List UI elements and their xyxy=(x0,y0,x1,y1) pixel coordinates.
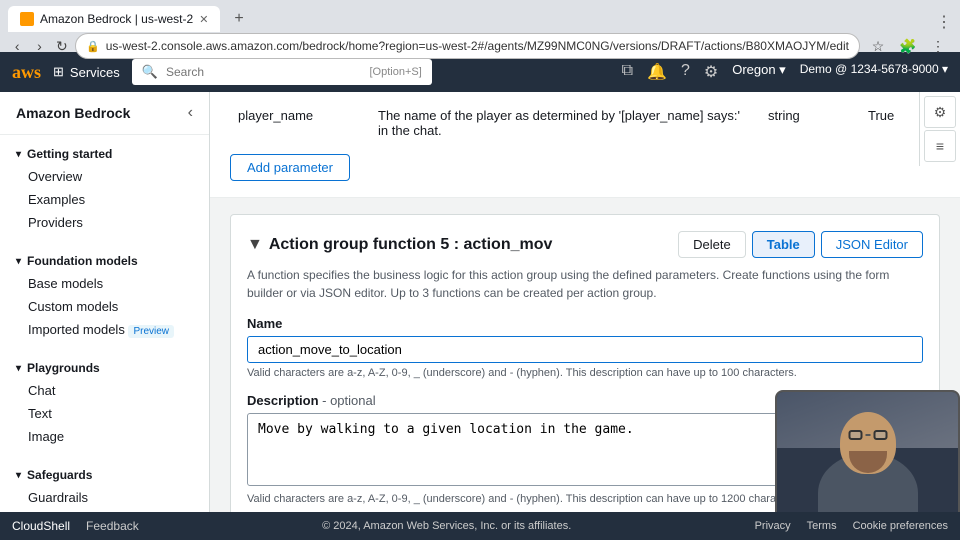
cloudwatch-icon[interactable]: ⧉ xyxy=(622,62,633,82)
param-name-cell: player_name xyxy=(230,102,370,129)
sidebar-section-getting-started: ▾ Getting started Overview Examples Prov… xyxy=(0,135,209,242)
search-shortcut: [Option+S] xyxy=(369,66,421,78)
optional-label: - optional xyxy=(322,393,375,408)
search-icon: 🔍 xyxy=(142,64,158,80)
services-label: Services xyxy=(70,65,120,80)
name-input[interactable] xyxy=(247,336,923,363)
action-group-title-text: Action group function 5 : action_mov xyxy=(269,236,553,254)
settings-icon[interactable]: ⚙ xyxy=(704,62,718,82)
right-side-icons: ⚙ ≡ xyxy=(919,92,960,166)
reload-button[interactable]: ↻ xyxy=(53,32,71,60)
sidebar-item-chat[interactable]: Chat xyxy=(0,379,209,402)
search-bar[interactable]: 🔍 [Option+S] xyxy=(132,59,432,85)
feedback-button[interactable]: Feedback xyxy=(86,519,139,533)
footer-bar: CloudShell Feedback © 2024, Amazon Web S… xyxy=(0,512,960,540)
browser-actions: ☆ 🧩 ⋮ xyxy=(864,32,952,60)
sidebar-section-foundation-models: ▾ Foundation models Base models Custom m… xyxy=(0,242,209,349)
sidebar-item-base-models[interactable]: Base models xyxy=(0,272,209,295)
param-desc-cell: The name of the player as determined by … xyxy=(370,102,760,144)
active-tab[interactable]: Amazon Bedrock | us-west-2 ✕ xyxy=(8,6,220,32)
section-header-getting-started[interactable]: ▾ Getting started xyxy=(0,143,209,165)
section-header-playgrounds[interactable]: ▾ Playgrounds xyxy=(0,357,209,379)
url-text: us-west-2.console.aws.amazon.com/bedrock… xyxy=(106,39,849,53)
close-tab-button[interactable]: ✕ xyxy=(199,13,208,26)
bookmark-button[interactable]: ☆ xyxy=(864,32,892,60)
back-button[interactable]: ‹ xyxy=(8,32,26,60)
json-editor-button[interactable]: JSON Editor xyxy=(821,231,923,258)
table-button[interactable]: Table xyxy=(752,231,815,258)
cloudshell-button[interactable]: CloudShell xyxy=(12,519,70,533)
sidebar-item-imported-models[interactable]: Imported models Preview xyxy=(0,318,209,341)
sidebar-item-overview[interactable]: Overview xyxy=(0,165,209,188)
delete-button[interactable]: Delete xyxy=(678,231,746,258)
help-icon[interactable]: ? xyxy=(681,62,690,82)
browser-menu-button[interactable]: ⋮ xyxy=(936,12,952,32)
section-label: Foundation models xyxy=(27,254,138,268)
section-label: Safeguards xyxy=(27,468,92,482)
new-tab-button[interactable]: + xyxy=(222,6,255,32)
nav-icons: ⧉ 🔔 ? ⚙ Oregon ▾ Demo @ 1234-5678-9000 ▾ xyxy=(622,62,948,82)
sidebar-header: Amazon Bedrock ‹ xyxy=(0,92,209,135)
notification-icon[interactable]: 🔔 xyxy=(647,62,667,82)
preview-badge: Preview xyxy=(128,325,174,338)
section-arrow: ▾ xyxy=(16,363,21,374)
section-label: Playgrounds xyxy=(27,361,100,375)
tab-bar: Amazon Bedrock | us-west-2 ✕ + ⋮ xyxy=(0,0,960,32)
triangle-icon: ▼ xyxy=(247,236,263,254)
name-hint: Valid characters are a-z, A-Z, 0-9, _ (u… xyxy=(247,367,923,379)
section-arrow: ▾ xyxy=(16,256,21,267)
action-group-header: ▼ Action group function 5 : action_mov D… xyxy=(247,231,923,258)
search-input[interactable] xyxy=(166,65,362,79)
sidebar-item-text[interactable]: Text xyxy=(0,402,209,425)
param-type-cell: string xyxy=(760,102,860,129)
sidebar-section-playgrounds: ▾ Playgrounds Chat Text Image xyxy=(0,349,209,456)
sidebar-item-examples[interactable]: Examples xyxy=(0,188,209,211)
extensions-button[interactable]: 🧩 xyxy=(894,32,922,60)
grid-icon: ⊞ xyxy=(53,64,64,80)
lock-icon: 🔒 xyxy=(86,40,100,53)
cookie-preferences-link[interactable]: Cookie preferences xyxy=(853,520,948,532)
main-layout: Amazon Bedrock ‹ ▾ Getting started Overv… xyxy=(0,92,960,540)
section-label: Getting started xyxy=(27,147,112,161)
sidebar-item-image[interactable]: Image xyxy=(0,425,209,448)
region-selector[interactable]: Oregon ▾ xyxy=(732,62,786,82)
section-arrow: ▾ xyxy=(16,470,21,481)
add-parameter-button[interactable]: Add parameter xyxy=(230,154,350,181)
privacy-link[interactable]: Privacy xyxy=(755,520,791,532)
account-menu[interactable]: Demo @ 1234-5678-9000 ▾ xyxy=(800,62,948,82)
favicon xyxy=(20,12,34,26)
browser-chrome: Amazon Bedrock | us-west-2 ✕ + ⋮ ‹ › ↻ 🔒… xyxy=(0,0,960,52)
content-area: player_name The name of the player as de… xyxy=(210,92,960,540)
aws-logo: aws xyxy=(12,62,41,83)
param-table-row: player_name The name of the player as de… xyxy=(230,102,940,144)
section-header-foundation-models[interactable]: ▾ Foundation models xyxy=(0,250,209,272)
name-field-section: Name Valid characters are a-z, A-Z, 0-9,… xyxy=(247,316,923,379)
section-header-safeguards[interactable]: ▾ Safeguards xyxy=(0,464,209,486)
settings-button[interactable]: ⋮ xyxy=(924,32,952,60)
name-label: Name xyxy=(247,316,923,331)
sidebar-collapse-button[interactable]: ‹ xyxy=(188,104,193,122)
forward-button[interactable]: › xyxy=(30,32,48,60)
param-table-section: player_name The name of the player as de… xyxy=(210,92,960,198)
terms-link[interactable]: Terms xyxy=(807,520,837,532)
tab-title: Amazon Bedrock | us-west-2 xyxy=(40,12,193,26)
action-group-buttons: Delete Table JSON Editor xyxy=(678,231,923,258)
sidebar-item-guardrails[interactable]: Guardrails xyxy=(0,486,209,509)
action-group-title: ▼ Action group function 5 : action_mov xyxy=(247,236,552,254)
browser-controls: ‹ › ↻ 🔒 us-west-2.console.aws.amazon.com… xyxy=(0,32,960,60)
copyright-text: © 2024, Amazon Web Services, Inc. or its… xyxy=(322,520,571,532)
url-bar[interactable]: 🔒 us-west-2.console.aws.amazon.com/bedro… xyxy=(75,33,860,59)
sidebar-item-providers[interactable]: Providers xyxy=(0,211,209,234)
sidebar-title: Amazon Bedrock xyxy=(16,105,130,121)
info-panel-button[interactable]: ≡ xyxy=(924,130,956,162)
services-menu[interactable]: ⊞ Services xyxy=(53,64,120,80)
action-group-description: A function specifies the business logic … xyxy=(247,266,923,302)
sidebar-item-custom-models[interactable]: Custom models xyxy=(0,295,209,318)
sidebar: Amazon Bedrock ‹ ▾ Getting started Overv… xyxy=(0,92,210,540)
section-arrow: ▾ xyxy=(16,149,21,160)
settings-panel-button[interactable]: ⚙ xyxy=(924,96,956,128)
